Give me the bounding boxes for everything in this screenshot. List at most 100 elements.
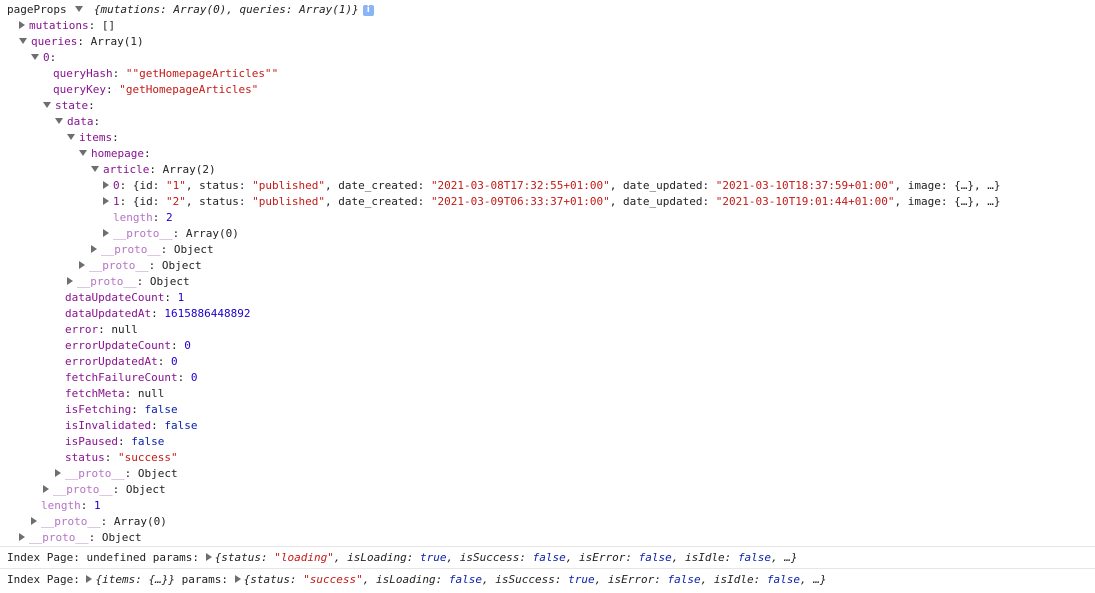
collapsed-triangle-icon[interactable] <box>103 197 109 205</box>
tree-value: , image: {…}, …} <box>894 195 1001 208</box>
collapsed-triangle-icon[interactable] <box>91 245 97 253</box>
tree-row[interactable]: __proto__: Array(0) <box>31 514 167 530</box>
key-separator: : <box>112 67 126 80</box>
expanded-triangle-icon[interactable] <box>67 134 75 140</box>
key-separator: : <box>148 259 162 272</box>
collapsed-triangle-icon[interactable] <box>205 553 212 561</box>
tree-value: null <box>111 323 138 336</box>
tree-value: , date_created: <box>324 195 431 208</box>
tree-row: isPaused: false <box>65 434 164 450</box>
tree-row[interactable]: __proto__: Object <box>67 274 190 290</box>
log-object-preview: "success" <box>303 573 363 586</box>
tree-key: data <box>67 115 94 128</box>
tree-row[interactable]: __proto__: Array(0) <box>103 226 239 242</box>
tree-row[interactable]: homepage: <box>79 146 151 162</box>
tree-value: {id: <box>132 179 166 192</box>
expanded-triangle-icon[interactable] <box>75 6 84 12</box>
tree-row: queryHash: ""getHomepageArticles"" <box>53 66 278 82</box>
key-separator: : <box>151 419 165 432</box>
tree-key: isPaused <box>65 435 118 448</box>
tree-row: length: 2 <box>113 210 173 226</box>
key-separator: : <box>151 307 165 320</box>
tree-value: 1 <box>177 291 185 304</box>
key-separator: : <box>119 179 133 192</box>
tree-value: , date_updated: <box>609 195 716 208</box>
log-object-preview: , isSuccess: <box>482 573 569 586</box>
key-separator: : <box>93 115 101 128</box>
tree-value: , image: {…}, …} <box>894 179 1001 192</box>
log-object-preview: false <box>766 573 800 586</box>
log-object-preview: , isIdle: <box>700 573 767 586</box>
collapsed-triangle-icon[interactable] <box>19 21 25 29</box>
key-separator: : <box>80 499 94 512</box>
collapsed-triangle-icon[interactable] <box>19 533 25 541</box>
tree-key: dataUpdatedAt <box>65 307 152 320</box>
log-prefix: params: <box>174 573 235 586</box>
tree-row[interactable]: state: <box>43 98 95 114</box>
log-prefix: Index Page: <box>7 573 87 586</box>
tree-row[interactable]: data: <box>55 114 100 130</box>
key-separator: : <box>98 323 112 336</box>
tree-value: Array(1) <box>90 35 144 48</box>
info-icon[interactable]: i <box>362 4 374 16</box>
tree-key: 0 <box>113 179 120 192</box>
tree-row[interactable]: article: Array(2) <box>91 162 216 178</box>
key-separator: : <box>88 531 102 544</box>
tree-row: length: 1 <box>41 498 101 514</box>
tree-value: Object <box>125 483 166 496</box>
expanded-triangle-icon[interactable] <box>31 54 39 60</box>
collapsed-triangle-icon[interactable] <box>55 469 61 477</box>
expanded-triangle-icon[interactable] <box>43 102 51 108</box>
key-separator: : <box>88 19 102 32</box>
collapsed-triangle-icon[interactable] <box>31 517 37 525</box>
tree-row[interactable]: mutations: [] <box>19 18 115 34</box>
tree-row[interactable]: __proto__: Object <box>55 466 178 482</box>
tree-value: Object <box>137 467 178 480</box>
key-separator: : <box>170 339 185 352</box>
collapsed-triangle-icon[interactable] <box>103 229 109 237</box>
console-log-line: Index Page: {items: {…}} params: {status… <box>0 568 1095 590</box>
tree-value: " <box>271 67 279 80</box>
tree-value: [] <box>101 19 116 32</box>
expanded-triangle-icon[interactable] <box>55 118 63 124</box>
tree-value: Array(2) <box>162 163 216 176</box>
tree-row[interactable]: 0: {id: "1", status: "published", date_c… <box>103 178 1001 194</box>
key-separator: : <box>112 483 126 496</box>
tree-row[interactable]: __proto__: Object <box>79 258 202 274</box>
log-object-preview[interactable]: {items: {…}} <box>95 573 174 586</box>
collapsed-triangle-icon[interactable] <box>79 261 85 269</box>
tree-key: __proto__ <box>113 227 173 240</box>
tree-row[interactable]: 0: <box>31 50 56 66</box>
tree-key: 1 <box>113 195 120 208</box>
tree-value: Object <box>161 259 202 272</box>
tree-row[interactable]: __proto__: Object <box>19 530 142 546</box>
tree-row[interactable]: queries: Array(1) <box>19 34 144 50</box>
tree-value: , status: <box>185 179 253 192</box>
tree-row[interactable]: __proto__: Object <box>91 242 214 258</box>
expanded-triangle-icon[interactable] <box>19 38 27 44</box>
collapsed-triangle-icon[interactable] <box>67 277 73 285</box>
tree-key: items <box>79 131 113 144</box>
tree-value: "success" <box>118 451 178 464</box>
log-object-preview: , …} <box>799 573 827 586</box>
console-log-line: Index Page: undefined params: {status: "… <box>0 546 1095 568</box>
log-object-preview: false <box>638 551 672 564</box>
collapsed-triangle-icon[interactable] <box>234 575 241 583</box>
tree-row: pageProps {mutations: Array(0), queries:… <box>7 2 374 18</box>
expanded-triangle-icon[interactable] <box>91 166 99 172</box>
tree-value: false <box>131 435 165 448</box>
tree-key: __proto__ <box>65 467 125 480</box>
tree-row[interactable]: __proto__: Object <box>43 482 166 498</box>
tree-row[interactable]: 1: {id: "2", status: "published", date_c… <box>103 194 1001 210</box>
collapsed-triangle-icon[interactable] <box>103 181 109 189</box>
tree-row[interactable]: items: <box>67 130 119 146</box>
expanded-triangle-icon[interactable] <box>79 150 87 156</box>
tree-key: article <box>103 163 150 176</box>
tree-value: "published" <box>252 179 325 192</box>
collapsed-triangle-icon[interactable] <box>86 575 93 583</box>
key-separator: : <box>164 291 178 304</box>
tree-value: null <box>137 387 165 400</box>
collapsed-triangle-icon[interactable] <box>43 485 49 493</box>
tree-key: homepage <box>91 147 144 160</box>
